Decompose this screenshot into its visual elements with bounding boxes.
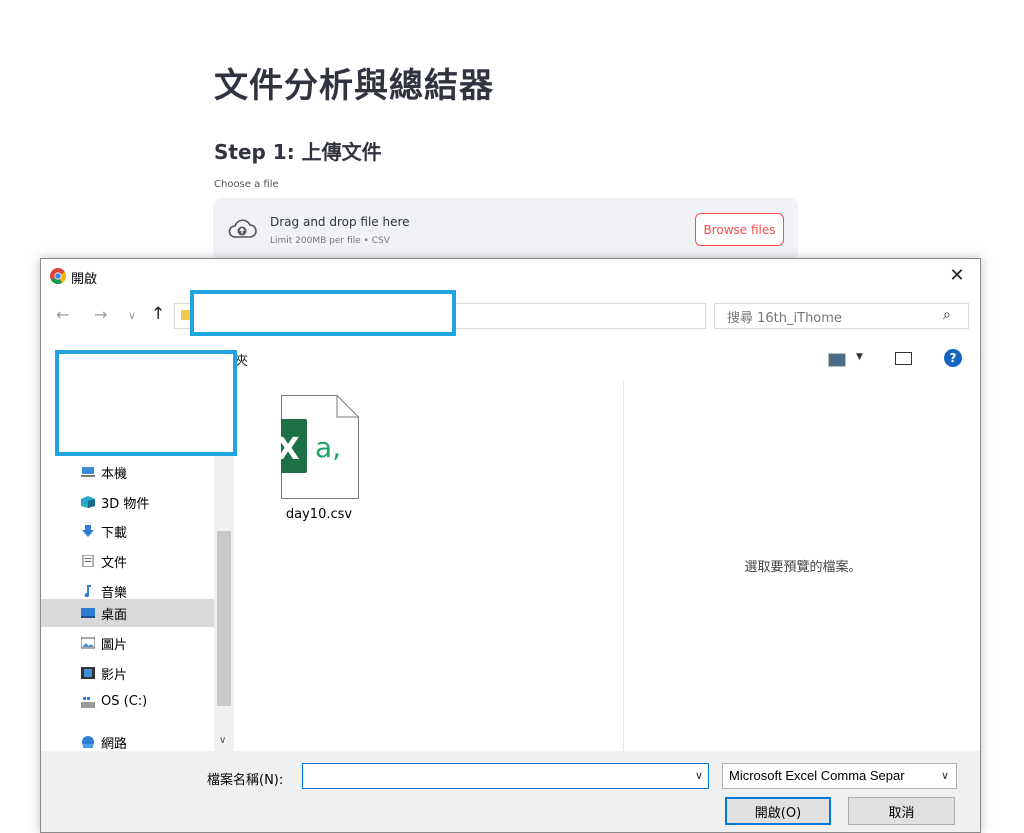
nav-item-pictures[interactable]: 圖片 [41,629,214,657]
network-icon [82,736,94,748]
nav-item-3d-objects[interactable]: 3D 物件 [41,488,214,516]
uploader-label: Choose a file [214,179,279,190]
scrollbar-thumb[interactable] [217,531,231,706]
open-file-dialog: 開啟 ✕ ← → ∨ ↑ ∨ ↻ ⌕ 夾 ▼ ? 本機 3D 物件 下 [40,258,981,833]
music-icon [84,585,91,597]
filename-input[interactable] [302,763,709,789]
file-name: day10.csv [285,507,353,522]
dialog-titlebar: 開啟 ✕ [41,259,980,293]
nav-item-videos[interactable]: 影片 [41,659,214,687]
step-title: Step 1: 上傳文件 [214,140,382,164]
preview-placeholder-text: 選取要預覽的檔案。 [744,560,862,575]
dialog-navbar: ← → ∨ ↑ ∨ ↻ ⌕ [41,299,980,333]
filename-label: 檔案名稱(N): [207,773,284,788]
cloud-upload-icon [228,219,257,238]
redaction-box-quick-access [55,350,237,456]
nav-item-label: 影片 [101,668,128,683]
chrome-icon [50,268,66,284]
search-icon: ⌕ [943,307,951,323]
scroll-down-chevron-icon[interactable]: ∨ [219,735,226,746]
csv-badge-suffix: a, [315,431,341,464]
nav-item-os-drive[interactable]: OS (C:) [41,689,214,717]
excel-csv-icon: X a, [281,395,359,499]
computer-icon [81,467,95,477]
open-button[interactable]: 開啟(O) [725,797,831,825]
file-type-select[interactable]: Microsoft Excel Comma Separ [722,763,957,789]
download-icon [82,525,94,537]
dropzone-limit-text: Limit 200MB per file • CSV [270,236,390,246]
forward-arrow-icon[interactable]: → [94,305,107,324]
desktop-icon [81,608,95,618]
redaction-box-address [190,290,456,336]
dialog-footer: 檔案名稱(N): ∨ Microsoft Excel Comma Separ ∨… [41,751,980,832]
nav-item-label: 圖片 [101,638,128,653]
dialog-title: 開啟 [71,272,98,287]
videos-icon [81,667,95,679]
nav-item-label: OS (C:) [101,694,148,709]
back-arrow-icon[interactable]: ← [56,305,69,324]
nav-item-label: 桌面 [101,608,128,623]
nav-item-downloads[interactable]: 下載 [41,517,214,545]
nav-item-label: 文件 [101,556,128,571]
filename-dropdown-chevron-icon[interactable]: ∨ [695,769,703,782]
file-list-pane: X a, day10.csv [235,381,622,751]
search-input[interactable] [714,303,969,329]
recent-locations-chevron-icon[interactable]: ∨ [128,309,136,322]
nav-item-this-pc[interactable]: 本機 [41,458,214,486]
dropzone-main-text: Drag and drop file here [270,215,410,229]
nav-item-label: 網路 [101,737,128,752]
drive-icon [81,697,95,708]
nav-item-label: 下載 [101,526,128,541]
excel-badge-letter: X [281,432,300,467]
document-icon [82,555,94,567]
file-dropzone[interactable]: Drag and drop file here Limit 200MB per … [213,198,798,260]
help-icon[interactable]: ? [944,349,962,367]
cancel-button[interactable]: 取消 [848,797,955,825]
up-arrow-icon[interactable]: ↑ [151,304,165,324]
page-title: 文件分析與總結器 [214,66,494,106]
file-item[interactable]: X a, day10.csv [269,395,369,535]
close-icon[interactable]: ✕ [934,259,980,293]
3d-objects-icon [81,496,95,508]
nav-item-label: 本機 [101,467,128,482]
preview-pane-toggle-icon[interactable] [895,352,912,365]
preview-pane: 選取要預覽的檔案。 [623,381,980,751]
nav-item-desktop[interactable]: 桌面 [41,599,214,627]
view-options-dropdown-icon[interactable]: ▼ [856,352,863,362]
pictures-icon [81,637,95,649]
file-type-chevron-icon[interactable]: ∨ [941,769,949,782]
nav-item-label: 3D 物件 [101,497,150,512]
browse-files-button[interactable]: Browse files [695,213,784,246]
nav-item-documents[interactable]: 文件 [41,547,214,575]
view-options-icon[interactable] [828,353,846,367]
